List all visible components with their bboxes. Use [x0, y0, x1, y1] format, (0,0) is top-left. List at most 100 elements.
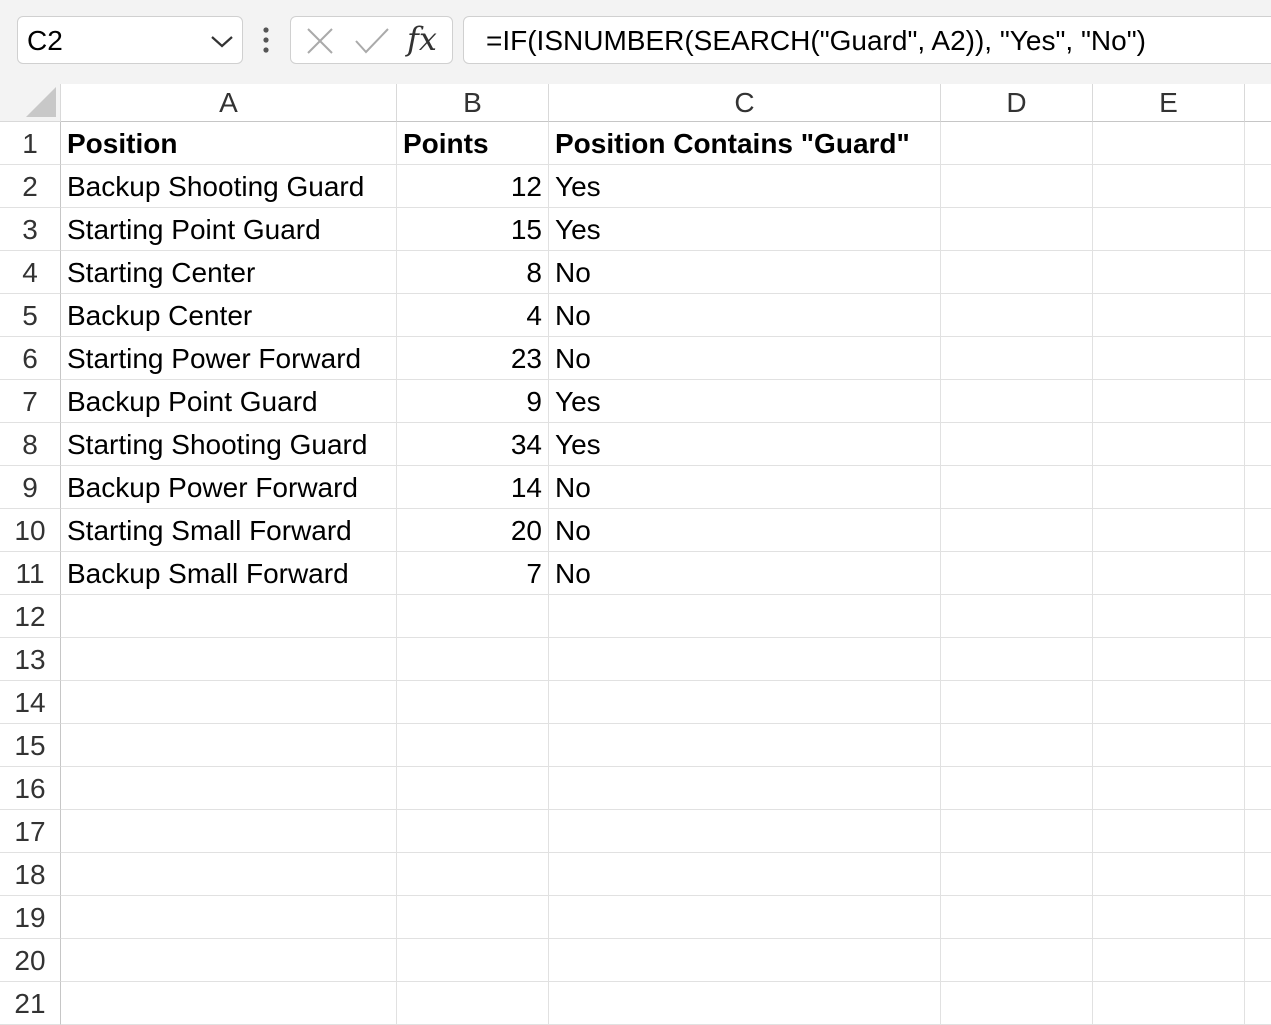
cell-b21[interactable]	[397, 982, 549, 1025]
cell-e4[interactable]	[1093, 251, 1245, 294]
cell-a15[interactable]	[61, 724, 397, 767]
row-header-15[interactable]: 15	[0, 724, 61, 767]
column-header-e[interactable]: E	[1093, 84, 1245, 122]
row-header-2[interactable]: 2	[0, 165, 61, 208]
cell-e3[interactable]	[1093, 208, 1245, 251]
cell-d13[interactable]	[941, 638, 1093, 681]
check-icon[interactable]	[353, 26, 391, 56]
row-header-19[interactable]: 19	[0, 896, 61, 939]
cell-d17[interactable]	[941, 810, 1093, 853]
cell-f15[interactable]	[1245, 724, 1271, 767]
cell-e11[interactable]	[1093, 552, 1245, 595]
row-header-1[interactable]: 1	[0, 122, 61, 165]
cell-b12[interactable]	[397, 595, 549, 638]
cell-d21[interactable]	[941, 982, 1093, 1025]
cell-d20[interactable]	[941, 939, 1093, 982]
cell-f7[interactable]	[1245, 380, 1271, 423]
cell-c13[interactable]	[549, 638, 941, 681]
cell-d11[interactable]	[941, 552, 1093, 595]
cell-b4[interactable]: 8	[397, 251, 549, 294]
cell-f10[interactable]	[1245, 509, 1271, 552]
cell-b9[interactable]: 14	[397, 466, 549, 509]
cell-b3[interactable]: 15	[397, 208, 549, 251]
cell-e10[interactable]	[1093, 509, 1245, 552]
column-header-overflow[interactable]	[1245, 84, 1271, 122]
cell-a20[interactable]	[61, 939, 397, 982]
cell-c8[interactable]: Yes	[549, 423, 941, 466]
cell-b1[interactable]: Points	[397, 122, 549, 165]
cell-f21[interactable]	[1245, 982, 1271, 1025]
insert-function-button[interactable]: fx	[407, 21, 437, 57]
cell-f6[interactable]	[1245, 337, 1271, 380]
cell-a13[interactable]	[61, 638, 397, 681]
cell-c17[interactable]	[549, 810, 941, 853]
cell-d19[interactable]	[941, 896, 1093, 939]
select-all-button[interactable]	[0, 84, 61, 122]
row-header-7[interactable]: 7	[0, 380, 61, 423]
cell-f17[interactable]	[1245, 810, 1271, 853]
cell-d3[interactable]	[941, 208, 1093, 251]
cell-d15[interactable]	[941, 724, 1093, 767]
cell-d9[interactable]	[941, 466, 1093, 509]
cell-c19[interactable]	[549, 896, 941, 939]
cell-b13[interactable]	[397, 638, 549, 681]
cell-e15[interactable]	[1093, 724, 1245, 767]
row-header-8[interactable]: 8	[0, 423, 61, 466]
cell-a7[interactable]: Backup Point Guard	[61, 380, 397, 423]
row-header-16[interactable]: 16	[0, 767, 61, 810]
cell-d14[interactable]	[941, 681, 1093, 724]
row-header-12[interactable]: 12	[0, 595, 61, 638]
column-header-a[interactable]: A	[61, 84, 397, 122]
cell-f13[interactable]	[1245, 638, 1271, 681]
row-header-6[interactable]: 6	[0, 337, 61, 380]
row-header-10[interactable]: 10	[0, 509, 61, 552]
cell-e1[interactable]	[1093, 122, 1245, 165]
cell-a3[interactable]: Starting Point Guard	[61, 208, 397, 251]
column-header-c[interactable]: C	[549, 84, 941, 122]
cell-d10[interactable]	[941, 509, 1093, 552]
row-header-11[interactable]: 11	[0, 552, 61, 595]
cell-e16[interactable]	[1093, 767, 1245, 810]
cell-d5[interactable]	[941, 294, 1093, 337]
column-header-d[interactable]: D	[941, 84, 1093, 122]
cell-c11[interactable]: No	[549, 552, 941, 595]
cell-f19[interactable]	[1245, 896, 1271, 939]
cell-a5[interactable]: Backup Center	[61, 294, 397, 337]
cell-b14[interactable]	[397, 681, 549, 724]
cell-c4[interactable]: No	[549, 251, 941, 294]
cell-a8[interactable]: Starting Shooting Guard	[61, 423, 397, 466]
cell-e18[interactable]	[1093, 853, 1245, 896]
cell-f5[interactable]	[1245, 294, 1271, 337]
cell-f20[interactable]	[1245, 939, 1271, 982]
cell-a4[interactable]: Starting Center	[61, 251, 397, 294]
cell-f16[interactable]	[1245, 767, 1271, 810]
cell-a18[interactable]	[61, 853, 397, 896]
cell-b18[interactable]	[397, 853, 549, 896]
cell-a21[interactable]	[61, 982, 397, 1025]
cell-f11[interactable]	[1245, 552, 1271, 595]
cell-f12[interactable]	[1245, 595, 1271, 638]
cell-c14[interactable]	[549, 681, 941, 724]
cell-c6[interactable]: No	[549, 337, 941, 380]
formula-input[interactable]: =IF(ISNUMBER(SEARCH("Guard", A2)), "Yes"…	[463, 16, 1271, 64]
cell-d12[interactable]	[941, 595, 1093, 638]
cell-f8[interactable]	[1245, 423, 1271, 466]
cell-c1[interactable]: Position Contains "Guard"	[549, 122, 941, 165]
row-header-3[interactable]: 3	[0, 208, 61, 251]
row-header-4[interactable]: 4	[0, 251, 61, 294]
cell-e6[interactable]	[1093, 337, 1245, 380]
row-header-18[interactable]: 18	[0, 853, 61, 896]
cell-e9[interactable]	[1093, 466, 1245, 509]
cell-b10[interactable]: 20	[397, 509, 549, 552]
cell-b16[interactable]	[397, 767, 549, 810]
cell-a9[interactable]: Backup Power Forward	[61, 466, 397, 509]
cell-b20[interactable]	[397, 939, 549, 982]
cell-e7[interactable]	[1093, 380, 1245, 423]
cell-a10[interactable]: Starting Small Forward	[61, 509, 397, 552]
cell-a17[interactable]	[61, 810, 397, 853]
column-header-b[interactable]: B	[397, 84, 549, 122]
cell-f18[interactable]	[1245, 853, 1271, 896]
cell-a16[interactable]	[61, 767, 397, 810]
cell-d7[interactable]	[941, 380, 1093, 423]
row-header-14[interactable]: 14	[0, 681, 61, 724]
